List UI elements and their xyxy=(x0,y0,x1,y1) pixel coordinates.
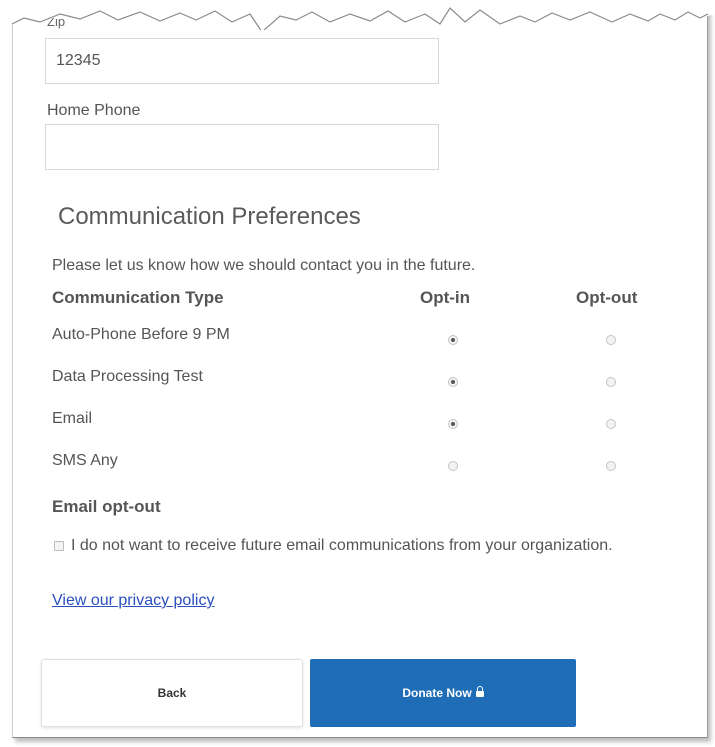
zip-field[interactable]: 12345 xyxy=(45,38,439,84)
header-opt-in: Opt-in xyxy=(420,288,471,307)
radio-opt-out-sms[interactable] xyxy=(606,461,616,471)
intro-text: Please let us know how we should contact… xyxy=(52,257,476,274)
radio-opt-in-email[interactable] xyxy=(448,419,458,429)
radio-opt-in-data-processing[interactable] xyxy=(448,377,458,387)
email-optout-label: I do not want to receive future email co… xyxy=(71,537,613,554)
email-optout-checkbox[interactable] xyxy=(54,541,64,551)
home-phone-field[interactable] xyxy=(45,124,439,170)
section-title: Communication Preferences xyxy=(58,203,361,230)
header-communication-type: Communication Type xyxy=(52,288,224,307)
torn-edge-decoration xyxy=(0,0,715,30)
donate-button-label: Donate Now xyxy=(402,686,472,700)
radio-opt-out-auto-phone[interactable] xyxy=(606,335,616,345)
row-label-auto-phone: Auto-Phone Before 9 PM xyxy=(52,326,230,343)
radio-opt-in-sms[interactable] xyxy=(448,461,458,471)
radio-opt-out-email[interactable] xyxy=(606,419,616,429)
radio-opt-in-auto-phone[interactable] xyxy=(448,335,458,345)
donate-now-button[interactable]: Donate Now xyxy=(310,659,576,727)
back-button-label: Back xyxy=(157,686,187,700)
row-label-email: Email xyxy=(52,410,93,427)
row-label-sms: SMS Any xyxy=(52,452,118,469)
header-opt-out: Opt-out xyxy=(576,288,638,307)
email-optout-heading: Email opt-out xyxy=(52,497,161,516)
home-phone-label: Home Phone xyxy=(47,102,141,119)
privacy-policy-link[interactable]: View our privacy policy xyxy=(52,592,214,610)
row-label-data-processing: Data Processing Test xyxy=(52,368,203,385)
radio-opt-out-data-processing[interactable] xyxy=(606,377,616,387)
back-button[interactable]: Back xyxy=(41,659,303,727)
lock-icon xyxy=(475,686,484,697)
